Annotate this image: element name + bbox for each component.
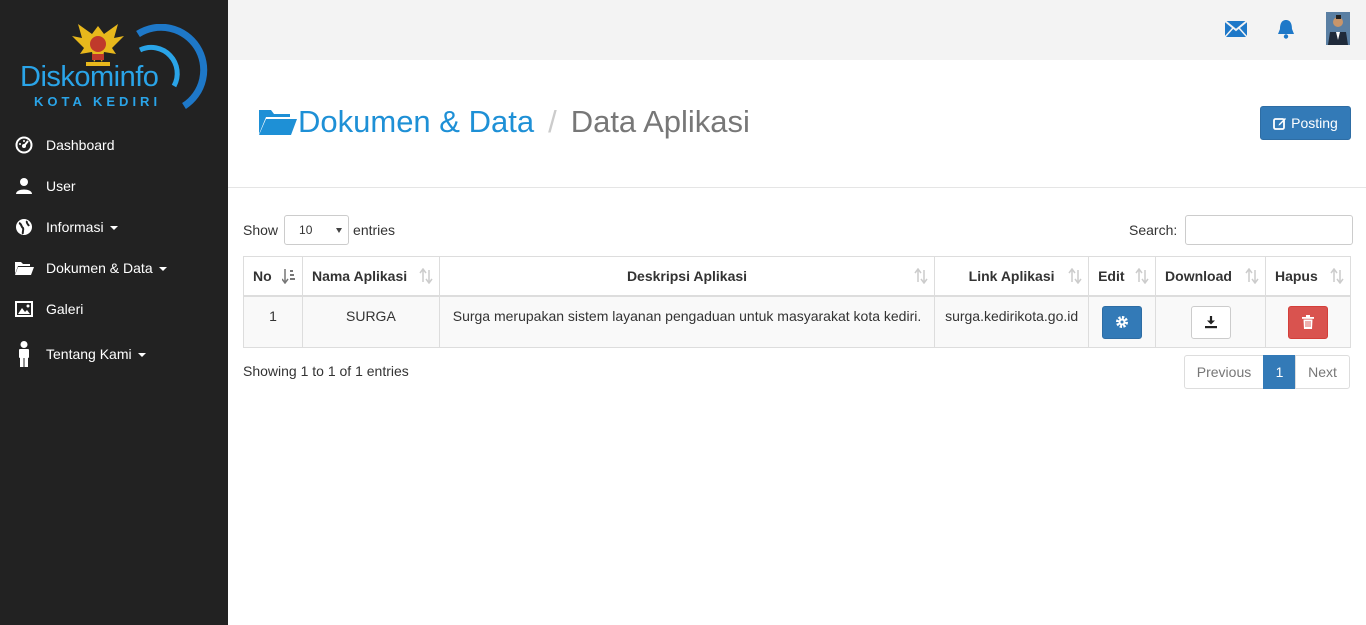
data-aplikasi-table: No Nama Aplikasi Deskripsi Aplikasi Link…: [243, 256, 1352, 348]
column-header-label: No: [253, 267, 272, 284]
sidebar-item-dashboard[interactable]: Dashboard: [0, 124, 228, 165]
envelope-icon[interactable]: [1223, 14, 1249, 44]
sort-both-icon: [1245, 268, 1259, 284]
entries-length-value: 10: [299, 223, 313, 237]
page-header: Dokumen & Data / Data Aplikasi Posting: [228, 60, 1366, 188]
avatar[interactable]: [1326, 12, 1350, 45]
edit-icon: [1273, 118, 1287, 130]
search-label: Search:: [1129, 222, 1178, 238]
sidebar-item-tentang-kami[interactable]: Tentang Kami: [0, 329, 228, 379]
caret-down-icon: [109, 225, 118, 230]
table-header-row: No Nama Aplikasi Deskripsi Aplikasi Link…: [243, 256, 1352, 297]
sidebar-item-user[interactable]: User: [0, 165, 228, 206]
breadcrumb-parent[interactable]: Dokumen & Data: [258, 104, 534, 140]
sidebar-item-text: Tentang Kami: [46, 346, 132, 362]
sidebar-item-galeri[interactable]: Galeri: [0, 288, 228, 329]
sidebar-item-text: Dokumen & Data: [46, 259, 153, 276]
sidebar-item-label: Dashboard: [46, 136, 115, 153]
sort-both-icon: [1068, 268, 1082, 284]
user-icon: [14, 176, 34, 196]
cell-download: [1155, 295, 1266, 348]
cell-hapus: [1264, 295, 1352, 348]
sidebar-item-label: Tentang Kami: [46, 346, 146, 362]
column-header-label: Edit: [1098, 267, 1125, 284]
column-header-nama-aplikasi[interactable]: Nama Aplikasi: [301, 256, 440, 297]
column-header-deskripsi-aplikasi[interactable]: Deskripsi Aplikasi: [438, 256, 936, 297]
page-title: Data Aplikasi: [570, 104, 750, 139]
dashboard-icon: [14, 135, 34, 155]
table-search: Search:: [1129, 215, 1354, 245]
page-1-button[interactable]: 1: [1263, 355, 1296, 389]
breadcrumb: Dokumen & Data / Data Aplikasi: [258, 104, 750, 140]
sort-both-icon: [419, 268, 433, 284]
column-header-edit[interactable]: Edit: [1088, 256, 1157, 297]
column-header-label: Download: [1165, 267, 1232, 284]
select-arrow-icon: [336, 228, 343, 233]
sort-both-icon: [1330, 268, 1344, 284]
folder-open-icon: [259, 110, 297, 135]
column-header-no[interactable]: No: [243, 256, 303, 297]
cell-link-aplikasi: surga.kedirikota.go.id: [934, 295, 1090, 348]
globe-icon: [14, 217, 34, 237]
search-input[interactable]: [1185, 215, 1354, 245]
column-header-label: Hapus: [1274, 267, 1318, 284]
sort-both-icon: [1135, 268, 1149, 284]
column-header-label: Link Aplikasi: [968, 267, 1055, 284]
entries-length-select[interactable]: 10: [284, 215, 350, 245]
folder-open-icon: [14, 258, 34, 278]
sidebar-nav: Dashboard User Informasi Dokumen & Data …: [0, 124, 228, 379]
breadcrumb-separator: /: [548, 104, 557, 139]
sidebar-item-informasi[interactable]: Informasi: [0, 206, 228, 247]
topbar: [228, 0, 1366, 60]
sort-asc-icon: [281, 269, 295, 284]
bell-icon[interactable]: [1273, 14, 1299, 44]
column-header-label: Deskripsi Aplikasi: [626, 267, 748, 284]
table-info: Showing 1 to 1 of 1 entries: [243, 363, 409, 379]
cell-deskripsi-aplikasi: Surga merupakan sistem layanan pengaduan…: [438, 295, 936, 348]
sidebar: Diskominfo KOTA KEDIRI Dashboard User In…: [0, 0, 228, 625]
sidebar-item-dokumen-data[interactable]: Dokumen & Data: [0, 247, 228, 288]
sidebar-item-label: Galeri: [46, 300, 84, 317]
column-header-hapus[interactable]: Hapus: [1264, 256, 1352, 297]
sidebar-item-label: Informasi: [46, 219, 118, 235]
breadcrumb-parent-label: Dokumen & Data: [298, 104, 535, 139]
delete-button[interactable]: [1287, 305, 1328, 339]
edit-button[interactable]: [1102, 305, 1143, 339]
pagination: Previous 1 Next: [1184, 355, 1350, 389]
gear-icon: [1116, 316, 1129, 328]
brand-city: KOTA KEDIRI: [34, 94, 162, 109]
cell-edit: [1088, 295, 1157, 348]
cell-no: 1: [243, 295, 303, 348]
caret-down-icon: [137, 353, 146, 358]
picture-icon: [14, 299, 34, 319]
caret-down-icon: [158, 266, 167, 271]
cell-nama-aplikasi: SURGA: [301, 295, 440, 348]
download-button[interactable]: [1190, 305, 1231, 339]
diskominfo-logo[interactable]: Diskominfo KOTA KEDIRI: [14, 18, 214, 114]
sidebar-item-label: Dokumen & Data: [46, 260, 167, 276]
entries-label: entries: [353, 222, 396, 238]
column-header-download[interactable]: Download: [1155, 256, 1266, 297]
sort-both-icon: [914, 268, 928, 284]
trash-icon: [1301, 315, 1314, 329]
posting-button[interactable]: Posting: [1260, 106, 1351, 140]
entries-length-control: Show 10 entries: [243, 215, 395, 245]
column-header-label: Nama Aplikasi: [311, 267, 408, 284]
brand-name: Diskominfo: [20, 61, 159, 93]
table-row: 1 SURGA Surga merupakan sistem layanan p…: [243, 295, 1352, 348]
next-page-button[interactable]: Next: [1295, 355, 1350, 389]
person-icon: [14, 341, 34, 367]
posting-button-label: Posting: [1291, 115, 1338, 131]
column-header-link-aplikasi[interactable]: Link Aplikasi: [934, 256, 1090, 297]
previous-page-button[interactable]: Previous: [1184, 355, 1264, 389]
show-label: Show: [243, 222, 279, 238]
download-icon: [1204, 316, 1217, 329]
sidebar-item-text: Informasi: [46, 218, 104, 235]
sidebar-item-label: User: [46, 177, 76, 194]
